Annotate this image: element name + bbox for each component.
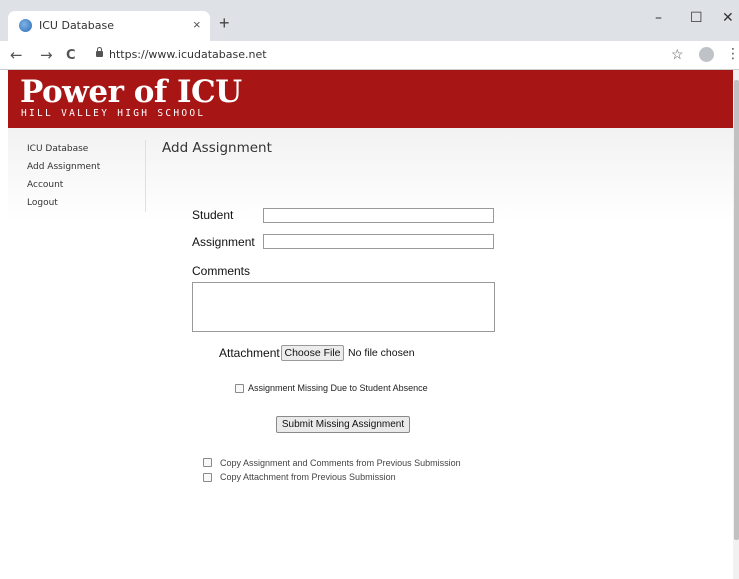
new-tab-button[interactable]: + — [219, 14, 230, 32]
comments-label: Comments — [192, 264, 251, 278]
site-brand[interactable]: Power of ICU — [20, 75, 242, 109]
no-file-text: No file chosen — [348, 347, 415, 359]
lock-icon — [96, 47, 103, 57]
minimize-button[interactable]: – — [655, 10, 662, 26]
browser-toolbar: ← → C https://www.icudatabase.net ☆ ⋮ — [0, 41, 739, 70]
student-label: Student — [192, 208, 234, 222]
copy-comments-label: Copy Assignment and Comments from Previo… — [220, 458, 461, 468]
sidebar-item-account[interactable]: Account — [27, 176, 145, 194]
sidebar-item-icu-database[interactable]: ICU Database — [27, 140, 145, 158]
site-banner: Power of ICU HILL VALLEY HIGH SCHOOL — [8, 70, 733, 128]
copy-attachment-label: Copy Attachment from Previous Submission — [220, 472, 396, 482]
student-input[interactable] — [263, 208, 494, 223]
site-subbrand: HILL VALLEY HIGH SCHOOL — [21, 108, 206, 119]
sidebar-item-logout[interactable]: Logout — [27, 194, 145, 212]
comments-textarea[interactable] — [192, 282, 495, 332]
sidebar-nav: ICU Database Add Assignment Account Logo… — [27, 140, 145, 212]
sidebar-divider — [145, 140, 146, 212]
page-title: Add Assignment — [162, 140, 272, 156]
close-window-button[interactable]: ✕ — [722, 10, 734, 26]
choose-file-button[interactable]: Choose File — [281, 345, 344, 361]
browser-menu-icon[interactable]: ⋮ — [726, 46, 739, 62]
assignment-label: Assignment — [192, 235, 255, 249]
reload-button[interactable]: C — [66, 48, 76, 63]
forward-button[interactable]: → — [40, 46, 53, 64]
close-tab-icon[interactable]: × — [193, 17, 201, 32]
sidebar-item-add-assignment[interactable]: Add Assignment — [27, 158, 145, 176]
absence-checkbox[interactable] — [235, 384, 244, 393]
browser-tabstrip: ICU Database × + – ☐ ✕ — [0, 0, 739, 41]
page: Power of ICU HILL VALLEY HIGH SCHOOL ICU… — [0, 70, 739, 579]
assignment-input[interactable] — [263, 234, 494, 249]
absence-checkbox-label: Assignment Missing Due to Student Absenc… — [248, 383, 428, 393]
copy-comments-checkbox[interactable] — [203, 458, 212, 467]
submit-missing-assignment-button[interactable]: Submit Missing Assignment — [276, 416, 410, 433]
bookmark-star-icon[interactable]: ☆ — [671, 46, 684, 63]
copy-attachment-checkbox[interactable] — [203, 473, 212, 482]
address-bar[interactable]: https://www.icudatabase.net — [109, 48, 267, 61]
back-button[interactable]: ← — [10, 46, 23, 64]
attachment-label: Attachment — [219, 346, 280, 360]
scrollbar-thumb[interactable] — [734, 80, 739, 540]
tab-title: ICU Database — [39, 19, 114, 32]
globe-icon — [19, 19, 32, 32]
browser-tab[interactable]: ICU Database × — [8, 11, 210, 41]
profile-avatar[interactable] — [699, 47, 714, 62]
maximize-button[interactable]: ☐ — [690, 10, 703, 26]
